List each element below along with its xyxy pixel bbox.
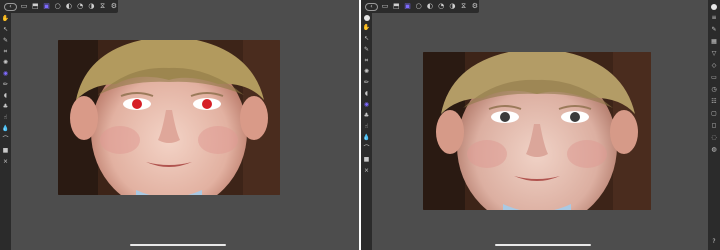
hand-tool-icon[interactable]: ✋	[363, 24, 371, 32]
brush-tool-icon[interactable]: ✏	[2, 81, 10, 89]
document-icon[interactable]: ▭	[20, 2, 28, 11]
stock-icon[interactable]: ◌	[710, 134, 718, 142]
app-window-before: ‹ ▭ ⬒ ▣ ○ ◐ ◔ ◑ ⧖ ⚙ ✋ ↖ ✎ ⌗ ✺ ◉ ✏ ◖ ♣ ☝ …	[0, 0, 359, 250]
blur-tool-icon[interactable]: 💧	[2, 125, 10, 133]
circle-icon[interactable]: ○	[415, 2, 423, 11]
smudge-tool-icon[interactable]: ☝	[2, 114, 10, 122]
channels-icon[interactable]: ☷	[710, 98, 718, 106]
contrast-icon[interactable]: ◑	[448, 2, 456, 11]
left-eye-pupil	[132, 99, 142, 109]
color-dot-icon[interactable]	[363, 15, 370, 21]
tools-panel: ✋ ↖ ✎ ⌗ ✺ ✏ ◖ ◉ ♣ ☝ 💧 ⌒ ■ ⨯	[361, 13, 372, 250]
sponge-tool-icon[interactable]: ⌒	[2, 136, 10, 144]
history-panel-icon[interactable]: ◷	[710, 86, 718, 94]
transform-tool-icon[interactable]: ⨯	[363, 167, 371, 175]
help-icon[interactable]: ?	[710, 238, 718, 246]
circle-icon[interactable]: ○	[54, 2, 62, 11]
persona-icon[interactable]: ▣	[42, 2, 50, 11]
adjust-icon[interactable]: ◐	[426, 2, 434, 11]
child-portrait-image	[423, 52, 651, 210]
dodge-tool-icon[interactable]: ◖	[363, 90, 371, 98]
home-indicator	[495, 244, 591, 246]
selection-brush-icon[interactable]: ✺	[2, 59, 10, 67]
right-eye-pupil	[570, 112, 580, 122]
top-toolbar: ‹ ▭ ⬒ ▣ ○ ◐ ◔ ◑ ⧖ ⚙	[0, 0, 118, 13]
smudge-tool-icon[interactable]: ☝	[363, 123, 371, 131]
info-icon[interactable]: ◍	[710, 146, 718, 154]
top-toolbar: ‹ ▭ ⬒ ▣ ○ ◐ ◔ ◑ ⧖ ⚙	[361, 0, 479, 13]
crop-tool-icon[interactable]: ⌗	[2, 48, 10, 56]
home-indicator	[130, 244, 226, 246]
canvas-photo[interactable]	[58, 40, 280, 195]
back-button[interactable]: ‹	[4, 2, 17, 11]
app-window-after: ‹ ▭ ⬒ ▣ ○ ◐ ◔ ◑ ⧖ ⚙ ✋ ↖ ✎ ⌗ ✺ ✏ ◖ ◉ ♣ ☝ …	[361, 0, 720, 250]
color-dot-icon[interactable]	[711, 4, 717, 10]
adjust-icon[interactable]: ◐	[65, 2, 73, 11]
color-swatch-icon[interactable]: ■	[2, 147, 10, 155]
back-button[interactable]: ‹	[365, 2, 378, 11]
red-eye-tool-icon[interactable]: ◉	[2, 70, 10, 78]
left-eye-pupil	[500, 112, 510, 122]
hand-tool-icon[interactable]: ✋	[2, 15, 10, 23]
pen-tool-icon[interactable]: ✎	[2, 37, 10, 45]
studio-panel: ≡ ✎ ▦ ▽ ◇ ▭ ◷ ☷ ▢ ◻ ◌ ◍ ?	[708, 0, 720, 250]
clone-tool-icon[interactable]: ♣	[2, 103, 10, 111]
move-tool-icon[interactable]: ↖	[363, 35, 371, 43]
transform-tool-icon[interactable]: ⨯	[2, 158, 10, 166]
layers-icon[interactable]: ≡	[710, 14, 718, 22]
contrast-icon[interactable]: ◑	[87, 2, 95, 11]
settings-icon[interactable]: ⚙	[110, 2, 118, 11]
export-icon[interactable]: ⬒	[392, 2, 400, 11]
red-eye-tool-icon[interactable]: ◉	[363, 101, 371, 109]
right-eye-pupil	[202, 99, 212, 109]
history-icon[interactable]: ◔	[76, 2, 84, 11]
styles-icon[interactable]: ▭	[710, 74, 718, 82]
document-icon[interactable]: ▭	[381, 2, 389, 11]
brushes-icon[interactable]: ✎	[710, 26, 718, 34]
selection-brush-icon[interactable]: ✺	[363, 68, 371, 76]
dodge-tool-icon[interactable]: ◖	[2, 92, 10, 100]
blur-tool-icon[interactable]: 💧	[363, 134, 371, 142]
export-icon[interactable]: ⬒	[31, 2, 39, 11]
move-tool-icon[interactable]: ↖	[2, 26, 10, 34]
brush-tool-icon[interactable]: ✏	[363, 79, 371, 87]
sponge-tool-icon[interactable]: ⌒	[363, 145, 371, 153]
child-portrait-image	[58, 40, 280, 195]
clone-tool-icon[interactable]: ♣	[363, 112, 371, 120]
swatches-icon[interactable]: ▦	[710, 38, 718, 46]
split-icon[interactable]: ⧖	[460, 2, 468, 11]
adjustments-icon[interactable]: ▽	[710, 50, 718, 58]
tools-panel: ✋ ↖ ✎ ⌗ ✺ ◉ ✏ ◖ ♣ ☝ 💧 ⌒ ■ ⨯	[0, 13, 11, 250]
history-icon[interactable]: ◔	[437, 2, 445, 11]
settings-icon[interactable]: ⚙	[471, 2, 479, 11]
canvas-photo[interactable]	[423, 52, 651, 210]
crop-tool-icon[interactable]: ⌗	[363, 57, 371, 65]
persona-icon[interactable]: ▣	[403, 2, 411, 11]
split-icon[interactable]: ⧖	[99, 2, 107, 11]
pen-tool-icon[interactable]: ✎	[363, 46, 371, 54]
navigator-icon[interactable]: ▢	[710, 110, 718, 118]
effects-icon[interactable]: ◇	[710, 62, 718, 70]
color-swatch-icon[interactable]: ■	[363, 156, 371, 164]
transform-panel-icon[interactable]: ◻	[710, 122, 718, 130]
